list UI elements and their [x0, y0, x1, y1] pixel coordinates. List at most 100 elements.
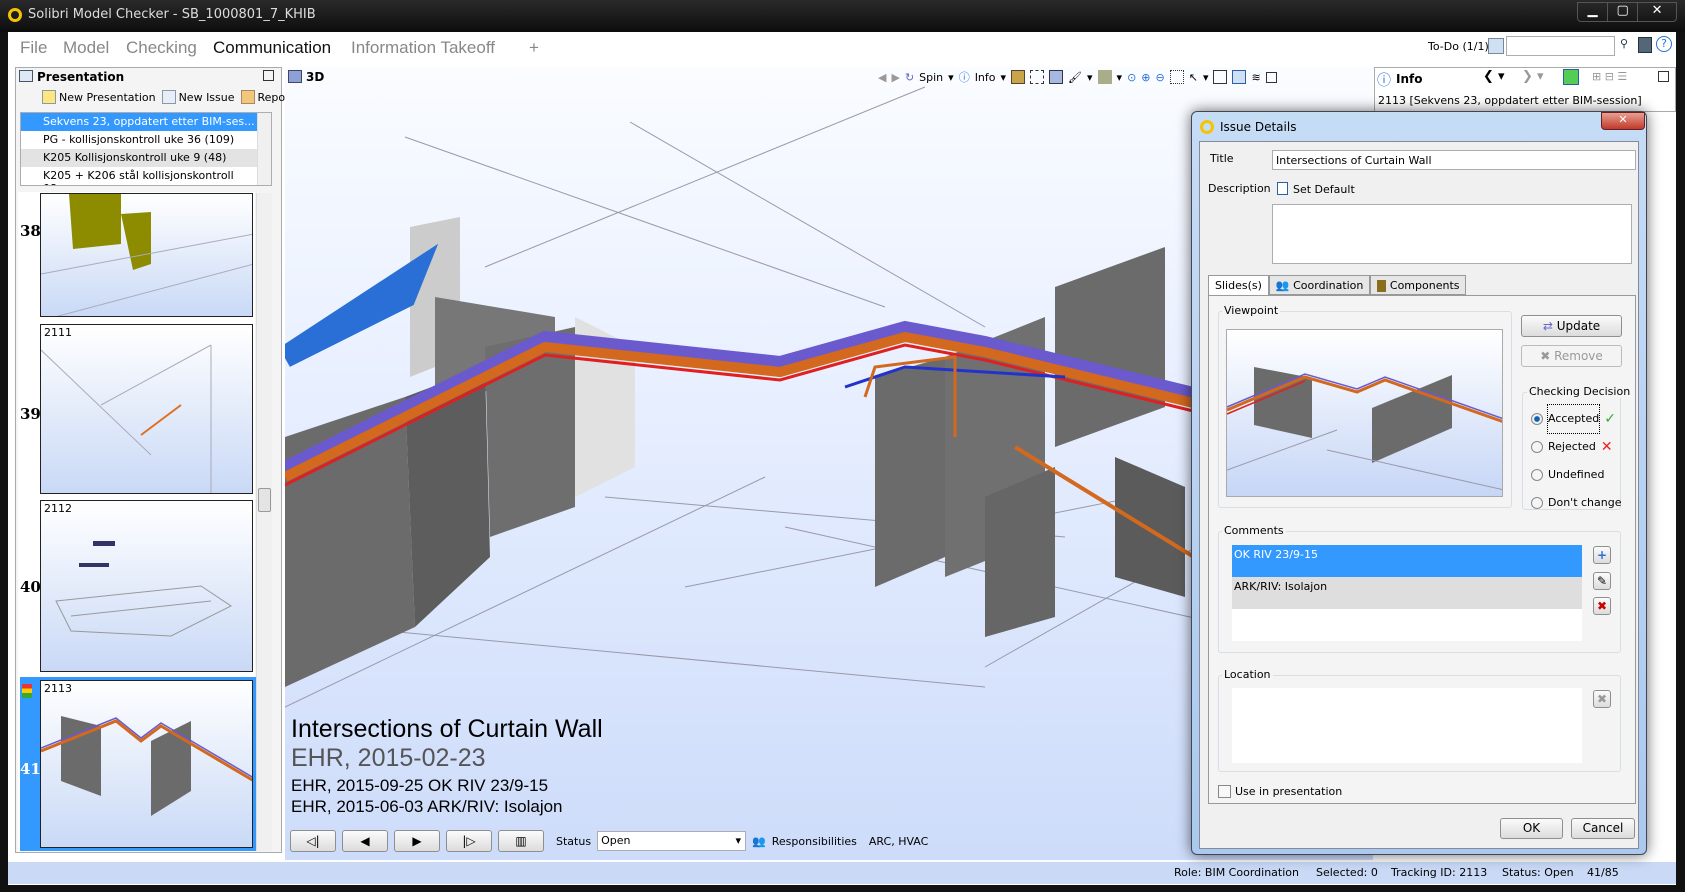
binoculars-icon[interactable]: ⚲	[1620, 37, 1628, 50]
menu-file[interactable]: File	[20, 38, 47, 58]
dialog-close-button[interactable]: ✕	[1601, 112, 1645, 130]
radio-button-checked[interactable]	[1531, 413, 1543, 425]
spin-dropdown-icon[interactable]: ▾	[948, 71, 954, 84]
forward-icon[interactable]: ❯ ▾	[1522, 69, 1544, 84]
menu-add-tab[interactable]: +	[529, 38, 539, 58]
radio-button[interactable]	[1531, 497, 1543, 509]
zoom-out-icon[interactable]: ⊖	[1156, 71, 1165, 84]
radio-button[interactable]	[1531, 469, 1543, 481]
slides-scrollbar[interactable]	[256, 193, 272, 851]
new-presentation-button[interactable]: New Presentation	[42, 90, 156, 104]
close-button[interactable]: ✕	[1637, 3, 1676, 21]
location-box[interactable]	[1232, 688, 1582, 763]
todo-add-icon[interactable]	[1488, 38, 1504, 54]
next-slide-button[interactable]: ▶	[394, 830, 440, 852]
slide-thumbnail[interactable]	[40, 193, 253, 317]
tab-slides[interactable]: Slides(s)	[1208, 275, 1269, 296]
maximize-info-icon[interactable]	[1658, 71, 1669, 82]
film-icon[interactable]	[1638, 37, 1652, 53]
menu-communication[interactable]: Communication	[213, 38, 331, 58]
zoom-window-icon[interactable]	[1169, 70, 1184, 84]
remove-button[interactable]: ✖ Remove	[1521, 345, 1622, 367]
checking-decision-label: Checking Decision	[1527, 385, 1633, 398]
minimize-button[interactable]: ▁	[1578, 3, 1607, 21]
radio-dont-change[interactable]: Don't change	[1531, 489, 1622, 517]
title-input[interactable]	[1272, 150, 1636, 170]
radio-undefined[interactable]: Undefined	[1531, 461, 1622, 489]
undo-icon[interactable]: ◀	[878, 71, 886, 84]
list-scrollbar[interactable]	[257, 113, 271, 185]
sync-icon[interactable]	[1563, 69, 1579, 85]
decision-radio-group: Accepted ✓ Rejected ✕ Undefined Don't chan…	[1531, 404, 1622, 517]
expand-icons[interactable]: ⊞ ⊟ ☰	[1592, 70, 1627, 83]
menu-information-takeoff[interactable]: Information Takeoff	[351, 38, 495, 58]
responsibilities-label[interactable]: Responsibilities	[772, 835, 857, 848]
select-dropdown-icon[interactable]: ▾	[1203, 71, 1209, 84]
maximize-view-icon[interactable]	[1265, 71, 1277, 83]
back-icon[interactable]: ❮ ▾	[1483, 69, 1505, 84]
edit-comment-button[interactable]: ✎	[1593, 572, 1611, 590]
zoom-fit-icon[interactable]: ⊙	[1127, 71, 1136, 84]
last-slide-button[interactable]: |▷	[446, 830, 492, 852]
add-comment-button[interactable]: +	[1593, 546, 1611, 564]
list-item[interactable]: PG - kollisjonskontroll uke 36 (109)	[21, 131, 257, 149]
delete-comment-button[interactable]: ✖	[1593, 597, 1611, 615]
slideshow-button[interactable]: ▥	[498, 830, 544, 852]
spin-button[interactable]: Spin	[919, 71, 943, 84]
search-input[interactable]	[1506, 36, 1615, 56]
previous-slide-button[interactable]: ◀	[342, 830, 388, 852]
radio-button[interactable]	[1531, 441, 1543, 453]
update-button[interactable]: ⇄ Update	[1521, 315, 1622, 337]
slide-thumbnail-selected[interactable]: 2113	[40, 680, 253, 848]
help-icon[interactable]: ?	[1656, 36, 1672, 52]
radio-rejected[interactable]: Rejected ✕	[1531, 433, 1622, 461]
list-item[interactable]: Sekvens 23, oppdatert etter BIM-ses...	[21, 113, 257, 131]
radio-label: Don't change	[1548, 496, 1622, 509]
comments-list: OK RIV 23/9-15 ARK/RIV: Isolajon	[1232, 545, 1582, 641]
paint-icon[interactable]: 🖌	[1068, 71, 1082, 84]
cross-icon: ✕	[1600, 439, 1613, 455]
new-issue-button[interactable]: New Issue	[161, 90, 235, 104]
comment-item[interactable]: ARK/RIV: Isolajon	[1232, 577, 1582, 609]
use-in-presentation-checkbox[interactable]	[1218, 785, 1231, 798]
transparent-cube-icon[interactable]	[1049, 70, 1064, 84]
set-default-button[interactable]: Set Default	[1293, 183, 1355, 196]
todo-label[interactable]: To-Do (1/1)	[1428, 40, 1489, 53]
solid-cube-icon[interactable]	[1011, 70, 1026, 84]
cancel-button[interactable]: Cancel	[1571, 818, 1635, 839]
component-dropdown-icon[interactable]: ▾	[1117, 71, 1123, 84]
wireframe-cube-icon[interactable]	[1030, 70, 1045, 84]
zoom-in-icon[interactable]: ⊕	[1141, 71, 1150, 84]
clear-location-button[interactable]: ✖	[1593, 690, 1611, 708]
paint-dropdown-icon[interactable]: ▾	[1087, 71, 1093, 84]
maximize-button[interactable]: ▢	[1607, 3, 1637, 21]
comment-item[interactable]: OK RIV 23/9-15	[1232, 545, 1582, 577]
list-item[interactable]: K205 Kollisjonskontroll uke 9 (48)	[21, 149, 257, 167]
box-view-icon[interactable]	[1213, 70, 1228, 84]
radio-accepted[interactable]: Accepted ✓	[1531, 404, 1622, 434]
layers-icon[interactable]: ≋	[1251, 71, 1260, 84]
menu-model[interactable]: Model	[63, 38, 109, 58]
select-pointer-icon[interactable]: ↖	[1189, 71, 1198, 84]
floor-plan-icon[interactable]	[1232, 70, 1247, 84]
info-dropdown-icon[interactable]: ▾	[1001, 71, 1007, 84]
component-icon[interactable]	[1097, 70, 1112, 84]
maximize-panel-icon[interactable]	[263, 70, 274, 81]
slide-thumbnail[interactable]: 2112	[40, 500, 253, 672]
comment-text: OK RIV 23/9-15	[1234, 548, 1318, 561]
tab-coordination[interactable]: 👥 Coordination	[1268, 275, 1371, 295]
menu-checking[interactable]: Checking	[126, 38, 197, 58]
info-button[interactable]: Info	[975, 71, 996, 84]
status-select[interactable]: Open ▾	[597, 831, 747, 851]
description-input[interactable]	[1272, 204, 1632, 264]
slide-thumbnail[interactable]: 2111	[40, 324, 253, 494]
tab-components[interactable]: Components	[1370, 275, 1467, 295]
first-slide-button[interactable]: ◁|	[290, 830, 336, 852]
new-presentation-label: New Presentation	[59, 90, 156, 104]
slide-id: 2111	[44, 326, 72, 339]
list-item[interactable]: K205 + K206 stål kollisjonskontroll 08..…	[21, 167, 257, 185]
redo-icon[interactable]: ▶	[891, 71, 899, 84]
ok-button[interactable]: OK	[1500, 818, 1563, 839]
comment-overlay: EHR, 2015-06-03 ARK/RIV: Isolajon	[291, 797, 563, 816]
scrollbar-thumb[interactable]	[258, 488, 271, 512]
